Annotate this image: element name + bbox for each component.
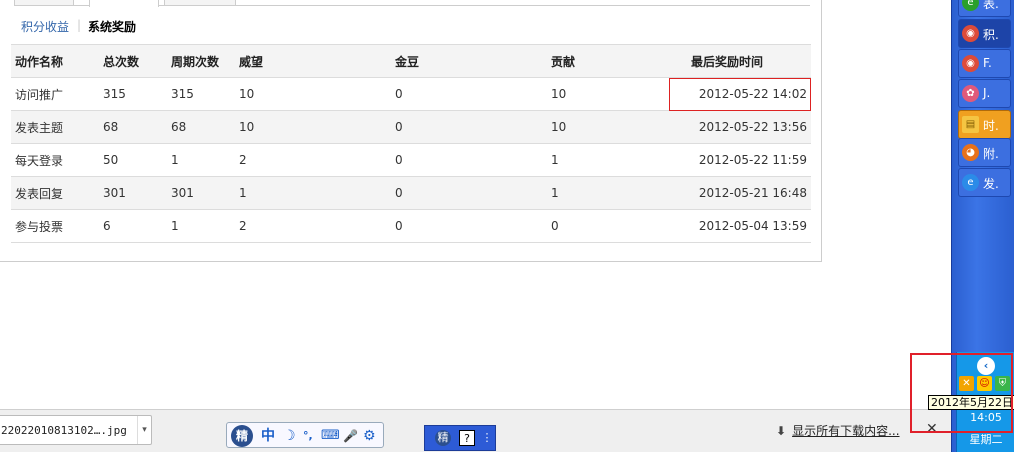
ime-halfwidth-icon[interactable]: ☽ bbox=[283, 427, 296, 445]
cell-last-time-highlighted: 2012-05-22 14:02 bbox=[669, 77, 811, 111]
cell-gold: 0 bbox=[391, 110, 547, 144]
cell-gold: 0 bbox=[391, 77, 547, 111]
taskbar-button-label: 表. bbox=[983, 0, 999, 11]
taskbar-button-5[interactable]: ▤ 时. bbox=[958, 110, 1011, 139]
ime-punctuation-icon[interactable]: °, bbox=[303, 427, 313, 445]
ime-menu-icon[interactable]: ⋮ bbox=[479, 430, 495, 446]
taskbar-button-label: 发. bbox=[983, 177, 999, 191]
gear-icon[interactable]: ⚙ bbox=[363, 427, 376, 445]
keyboard-icon[interactable]: ⌨ bbox=[321, 427, 340, 445]
cell-last-time: 2012-05-04 13:59 bbox=[669, 209, 811, 243]
cell-period: 1 bbox=[167, 209, 235, 243]
green-app-icon: e bbox=[962, 0, 979, 11]
cell-contribution: 10 bbox=[547, 110, 669, 144]
download-arrow-icon: ⬇ bbox=[776, 424, 787, 438]
cell-total: 68 bbox=[99, 110, 167, 144]
firefox-icon: ◕ bbox=[962, 144, 979, 161]
cell-total: 50 bbox=[99, 143, 167, 177]
subtab-points[interactable]: 积分收益 bbox=[21, 18, 69, 35]
cell-period: 315 bbox=[167, 77, 235, 111]
ie-icon: e bbox=[962, 174, 979, 191]
microphone-icon[interactable]: 🎤 bbox=[343, 427, 358, 445]
col-contribution: 贡献 bbox=[547, 44, 669, 78]
cell-gold: 0 bbox=[391, 209, 547, 243]
cell-gold: 0 bbox=[391, 176, 547, 210]
table-row: 访问推广 315 315 10 0 10 2012-05-22 14:02 bbox=[11, 77, 811, 111]
top-tabs bbox=[14, 0, 810, 7]
subtab-separator: | bbox=[77, 18, 82, 32]
cell-action: 发表主题 bbox=[11, 110, 99, 144]
tab-2-active[interactable] bbox=[89, 0, 159, 7]
cell-contribution: 1 bbox=[547, 143, 669, 177]
taskbar-button-label: J. bbox=[983, 86, 991, 100]
show-all-downloads-link[interactable]: 显示所有下载内容... bbox=[792, 424, 899, 438]
cell-action: 每天登录 bbox=[11, 143, 99, 177]
ime-mini-toolbar[interactable]: 精 ? ⋮ bbox=[424, 425, 496, 451]
table-row: 每天登录 50 1 2 0 1 2012-05-22 11:59 bbox=[11, 143, 811, 177]
highlight-box bbox=[910, 353, 1013, 433]
tab-1[interactable] bbox=[14, 0, 74, 6]
ime-mini-logo-icon[interactable]: 精 bbox=[435, 430, 451, 446]
col-gold: 金豆 bbox=[391, 44, 547, 78]
cell-last-time: 2012-05-22 13:56 bbox=[669, 110, 811, 144]
col-total: 总次数 bbox=[99, 44, 167, 78]
cell-prestige: 10 bbox=[235, 77, 391, 111]
taskbar-button-3[interactable]: ◉ F. bbox=[958, 49, 1011, 78]
rewards-panel: 积分收益 | 系统奖励 动作名称 总次数 周期次数 威望 金豆 贡献 最后奖励时… bbox=[0, 0, 822, 262]
subtab-rewards[interactable]: 系统奖励 bbox=[88, 18, 136, 35]
col-period: 周期次数 bbox=[167, 44, 235, 78]
taskbar-button-label: 积. bbox=[983, 28, 999, 42]
taskbar-button-6[interactable]: ◕ 附. bbox=[958, 138, 1011, 167]
cell-action: 参与投票 bbox=[11, 209, 99, 243]
ime-toolbar[interactable]: 精 中 ☽ °, ⌨ 🎤 ⚙ bbox=[226, 422, 384, 448]
cell-period: 68 bbox=[167, 110, 235, 144]
taskbar-button-label: F. bbox=[983, 56, 992, 70]
taskbar-button-label: 附. bbox=[983, 147, 999, 161]
col-prestige: 威望 bbox=[235, 44, 391, 78]
cell-contribution: 10 bbox=[547, 77, 669, 111]
cell-last-time: 2012-05-21 16:48 bbox=[669, 176, 811, 210]
table-row: 发表回复 301 301 1 0 1 2012-05-21 16:48 bbox=[11, 176, 811, 210]
cell-action: 访问推广 bbox=[11, 77, 99, 111]
ime-chinese-mode-icon[interactable]: 中 bbox=[261, 427, 275, 445]
cell-period: 301 bbox=[167, 176, 235, 210]
taskbar-button-label: 时. bbox=[983, 119, 999, 133]
cell-last-time: 2012-05-22 11:59 bbox=[669, 143, 811, 177]
help-icon[interactable]: ? bbox=[459, 430, 475, 446]
download-file-name: 22022010813102….jpg bbox=[1, 424, 127, 437]
rewards-table: 动作名称 总次数 周期次数 威望 金豆 贡献 最后奖励时间 访问推广 315 3… bbox=[11, 44, 811, 243]
cell-gold: 0 bbox=[391, 143, 547, 177]
cell-period: 1 bbox=[167, 143, 235, 177]
cell-prestige: 2 bbox=[235, 209, 391, 243]
cell-prestige: 1 bbox=[235, 176, 391, 210]
taskbar-button-1[interactable]: e 表. bbox=[958, 0, 1011, 17]
cell-action: 发表回复 bbox=[11, 176, 99, 210]
taskbar-button-4[interactable]: ✿ J. bbox=[958, 79, 1011, 108]
taskbar-button-2[interactable]: ◉ 积. bbox=[958, 19, 1011, 48]
folder-icon: ▤ bbox=[962, 116, 979, 133]
chrome-icon: ◉ bbox=[962, 25, 979, 42]
chrome-icon: ◉ bbox=[962, 55, 979, 72]
ime-logo-icon[interactable]: 精 bbox=[231, 425, 253, 447]
flower-icon: ✿ bbox=[962, 85, 979, 102]
cell-contribution: 0 bbox=[547, 209, 669, 243]
cell-total: 6 bbox=[99, 209, 167, 243]
col-last-time: 最后奖励时间 bbox=[669, 44, 811, 78]
cell-prestige: 2 bbox=[235, 143, 391, 177]
weekday: 星期二 bbox=[969, 433, 1003, 446]
cell-contribution: 1 bbox=[547, 176, 669, 210]
table-row: 发表主题 68 68 10 0 10 2012-05-22 13:56 bbox=[11, 110, 811, 144]
download-item[interactable]: 22022010813102….jpg ▾ bbox=[0, 415, 152, 445]
cell-prestige: 10 bbox=[235, 110, 391, 144]
col-action: 动作名称 bbox=[11, 44, 99, 78]
taskbar-button-7[interactable]: e 发. bbox=[958, 168, 1011, 197]
table-header-row: 动作名称 总次数 周期次数 威望 金豆 贡献 最后奖励时间 bbox=[11, 44, 811, 78]
cell-total: 315 bbox=[99, 77, 167, 111]
tab-3[interactable] bbox=[164, 0, 236, 6]
table-row: 参与投票 6 1 2 0 0 2012-05-04 13:59 bbox=[11, 209, 811, 243]
show-all-downloads[interactable]: ⬇ 显示所有下载内容... bbox=[776, 422, 900, 439]
cell-total: 301 bbox=[99, 176, 167, 210]
chevron-down-icon[interactable]: ▾ bbox=[137, 416, 151, 444]
